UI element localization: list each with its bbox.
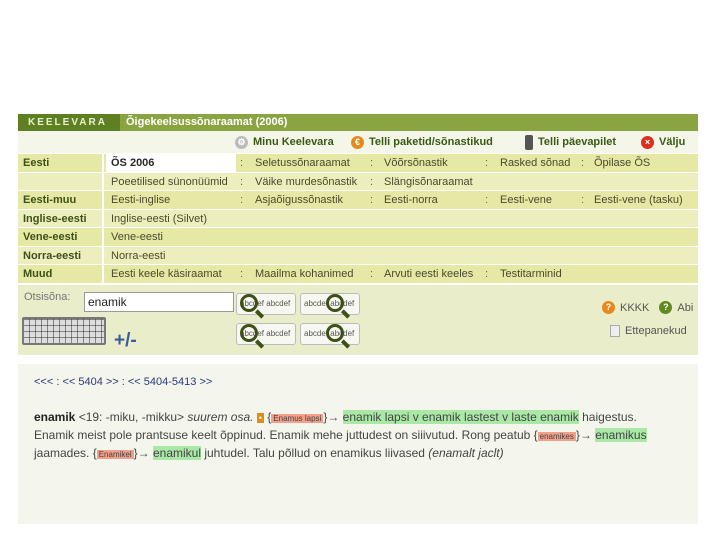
- separator: :: [485, 268, 489, 280]
- dict-maailma-kohanimed[interactable]: Maailma kohanimed: [255, 265, 353, 283]
- grid-row-vene-eesti: Vene-eesti Vene-eesti: [18, 228, 698, 247]
- dict-eesti-vene-tasku[interactable]: Eesti-vene (tasku): [594, 191, 683, 209]
- menu-valju[interactable]: × Välju: [641, 134, 685, 150]
- separator: :: [485, 157, 489, 169]
- logo[interactable]: KEELEVARA: [18, 114, 120, 131]
- correct-form-highlight: enamikul: [152, 446, 201, 460]
- entry-text: jaamades.: [34, 446, 90, 460]
- category-eesti: Eesti: [18, 154, 104, 172]
- correct-form-highlight: enamik lapsi v enamik lastest v laste en…: [342, 410, 579, 424]
- separator: :: [370, 175, 374, 188]
- separator: :: [581, 194, 585, 206]
- kkkk-link[interactable]: KKKK: [620, 302, 649, 314]
- menu-minu-keelevara[interactable]: ⚙ Minu Keelevara: [235, 134, 334, 150]
- grid-row-muud: Muud Eesti keele käsiraamat : Maailma ko…: [18, 265, 698, 284]
- feedback-label: Ettepanekud: [625, 325, 687, 337]
- menu-telli-paketid[interactable]: € Telli paketid/sõnastikud: [351, 134, 493, 150]
- dict-vaike-murdesonastik[interactable]: Väike murdesõnastik: [255, 173, 357, 191]
- category-inglise-eesti: Inglise-eesti: [18, 209, 104, 227]
- magnifier-icon: [240, 294, 258, 312]
- dict-arvuti-eesti-keeles[interactable]: Arvuti eesti keeles: [384, 265, 473, 283]
- dict-vene-eesti[interactable]: Vene-eesti: [111, 228, 163, 246]
- keyboard-icon[interactable]: [22, 317, 106, 345]
- separator: :: [240, 194, 244, 206]
- dict-asjaoigussonastik[interactable]: Asjaõigussõnastik: [255, 191, 343, 209]
- grid-row-eesti: Eesti ÕS 2006 : Seletussõnaraamat : Võõr…: [18, 154, 698, 173]
- category-muud: Muud: [18, 265, 104, 283]
- pager[interactable]: <<< : << 5404 >> : << 5404-5413 >>: [34, 376, 212, 388]
- grid-row-eesti-2: Poeetilised sünonüümid : Väike murdesõna…: [18, 172, 698, 191]
- dict-eesti-norra[interactable]: Eesti-norra: [384, 191, 438, 209]
- top-menu: ⚙ Minu Keelevara € Telli paketid/sõnasti…: [18, 131, 698, 153]
- entry-grammar: <19: -miku, -mikku>: [78, 410, 185, 424]
- incorrect-form-tag: Enamus lapsi: [271, 414, 324, 423]
- dict-eesti-keele-kasiraamat[interactable]: Eesti keele käsiraamat: [111, 265, 222, 283]
- menu-telli-paevapilet[interactable]: Telli päevapilet: [525, 134, 616, 150]
- help-links: ? KKKK ? Abi: [602, 301, 693, 314]
- grid-row-inglise-eesti: Inglise-eesti Inglise-eesti (Silvet): [18, 209, 698, 228]
- phone-icon: [525, 134, 533, 150]
- incorrect-form-tag: enamikes: [537, 432, 576, 441]
- results-panel: <<< : << 5404 >> : << 5404-5413 >> enami…: [18, 364, 698, 524]
- dict-eesti-inglise[interactable]: Eesti-inglise: [111, 191, 170, 209]
- euro-icon: €: [351, 135, 364, 149]
- search-panel: Otsisõna: +/- abcdef abcdef abcdef abcde…: [18, 285, 698, 355]
- magnifier-icon: [326, 324, 344, 342]
- incorrect-form-tag: Enamikel: [96, 450, 134, 459]
- dict-norra-eesti[interactable]: Norra-eesti: [111, 247, 165, 265]
- note-icon: [610, 325, 620, 337]
- dict-eesti-vene[interactable]: Eesti-vene: [500, 191, 552, 209]
- separator: :: [370, 194, 374, 206]
- separator: :: [485, 194, 489, 206]
- entry-headword: enamik: [34, 410, 76, 424]
- dict-rasked-sonad[interactable]: Rasked sõnad: [500, 154, 570, 172]
- entry-note: (enamalt jaclt): [428, 446, 504, 460]
- dict-opilase-os[interactable]: Õpilase ÕS: [594, 154, 650, 172]
- category-norra-eesti: Norra-eesti: [18, 246, 104, 264]
- separator: :: [370, 157, 374, 169]
- separator: :: [240, 268, 244, 280]
- separator: :: [240, 157, 244, 169]
- category-empty: [18, 172, 104, 190]
- correct-form-highlight: enamikus: [595, 428, 647, 442]
- settings-icon: ⚙: [235, 135, 248, 149]
- separator: :: [370, 268, 374, 280]
- dictionary-grid: Eesti ÕS 2006 : Seletussõnaraamat : Võõr…: [18, 154, 698, 284]
- magnifier-icon: [326, 294, 344, 312]
- abi-link[interactable]: Abi: [677, 302, 693, 314]
- entry-definition: suurem osa.: [187, 410, 254, 424]
- dict-poeetilised-sunonuumid[interactable]: Poeetilised sünonüümid: [111, 173, 228, 191]
- page-title: Õigekeelsussõnaraamat (2006): [126, 116, 288, 128]
- magnifier-icon: [240, 324, 258, 342]
- header-bar: [18, 114, 698, 131]
- dict-inglise-eesti-silvet[interactable]: Inglise-eesti (Silvet): [111, 210, 207, 228]
- dict-voorsonastik[interactable]: Võõrsõnastik: [384, 154, 448, 172]
- menu-telli-paketid-label: Telli paketid/sõnastikud: [369, 136, 493, 148]
- help-icon: ?: [659, 301, 673, 314]
- search-label: Otsisõna:: [24, 291, 71, 303]
- dictionary-entry: enamik <19: -miku, -mikku> suurem osa. •…: [34, 410, 647, 460]
- dict-os-2006[interactable]: ÕS 2006: [106, 154, 236, 172]
- separator: :: [581, 157, 585, 169]
- close-icon: ×: [641, 135, 654, 149]
- menu-telli-paevapilet-label: Telli päevapilet: [538, 136, 617, 148]
- category-eesti-muu: Eesti-muu: [18, 191, 104, 209]
- menu-minu-keelevara-label: Minu Keelevara: [253, 136, 334, 148]
- entry-text: juhtudel. Talu põllud on enamikus liivas…: [204, 446, 425, 460]
- dict-testitarminid[interactable]: Testitarminid: [500, 265, 562, 283]
- dict-slangisonaraamat[interactable]: Slängisõnaraamat: [384, 173, 473, 191]
- category-vene-eesti: Vene-eesti: [18, 228, 104, 246]
- question-icon: ?: [602, 301, 615, 314]
- separator: :: [240, 175, 244, 188]
- menu-valju-label: Välju: [659, 136, 686, 148]
- feedback-link[interactable]: Ettepanekud: [610, 325, 687, 337]
- grid-row-eesti-muu: Eesti-muu Eesti-inglise : Asjaõigussõnas…: [18, 191, 698, 210]
- grid-row-norra-eesti: Norra-eesti Norra-eesti: [18, 246, 698, 265]
- plus-minus-toggle[interactable]: +/-: [114, 330, 137, 352]
- warning-icon: •: [256, 413, 264, 423]
- search-input[interactable]: [84, 292, 234, 312]
- dict-seletussonaraamat[interactable]: Seletussõnaraamat: [255, 154, 350, 172]
